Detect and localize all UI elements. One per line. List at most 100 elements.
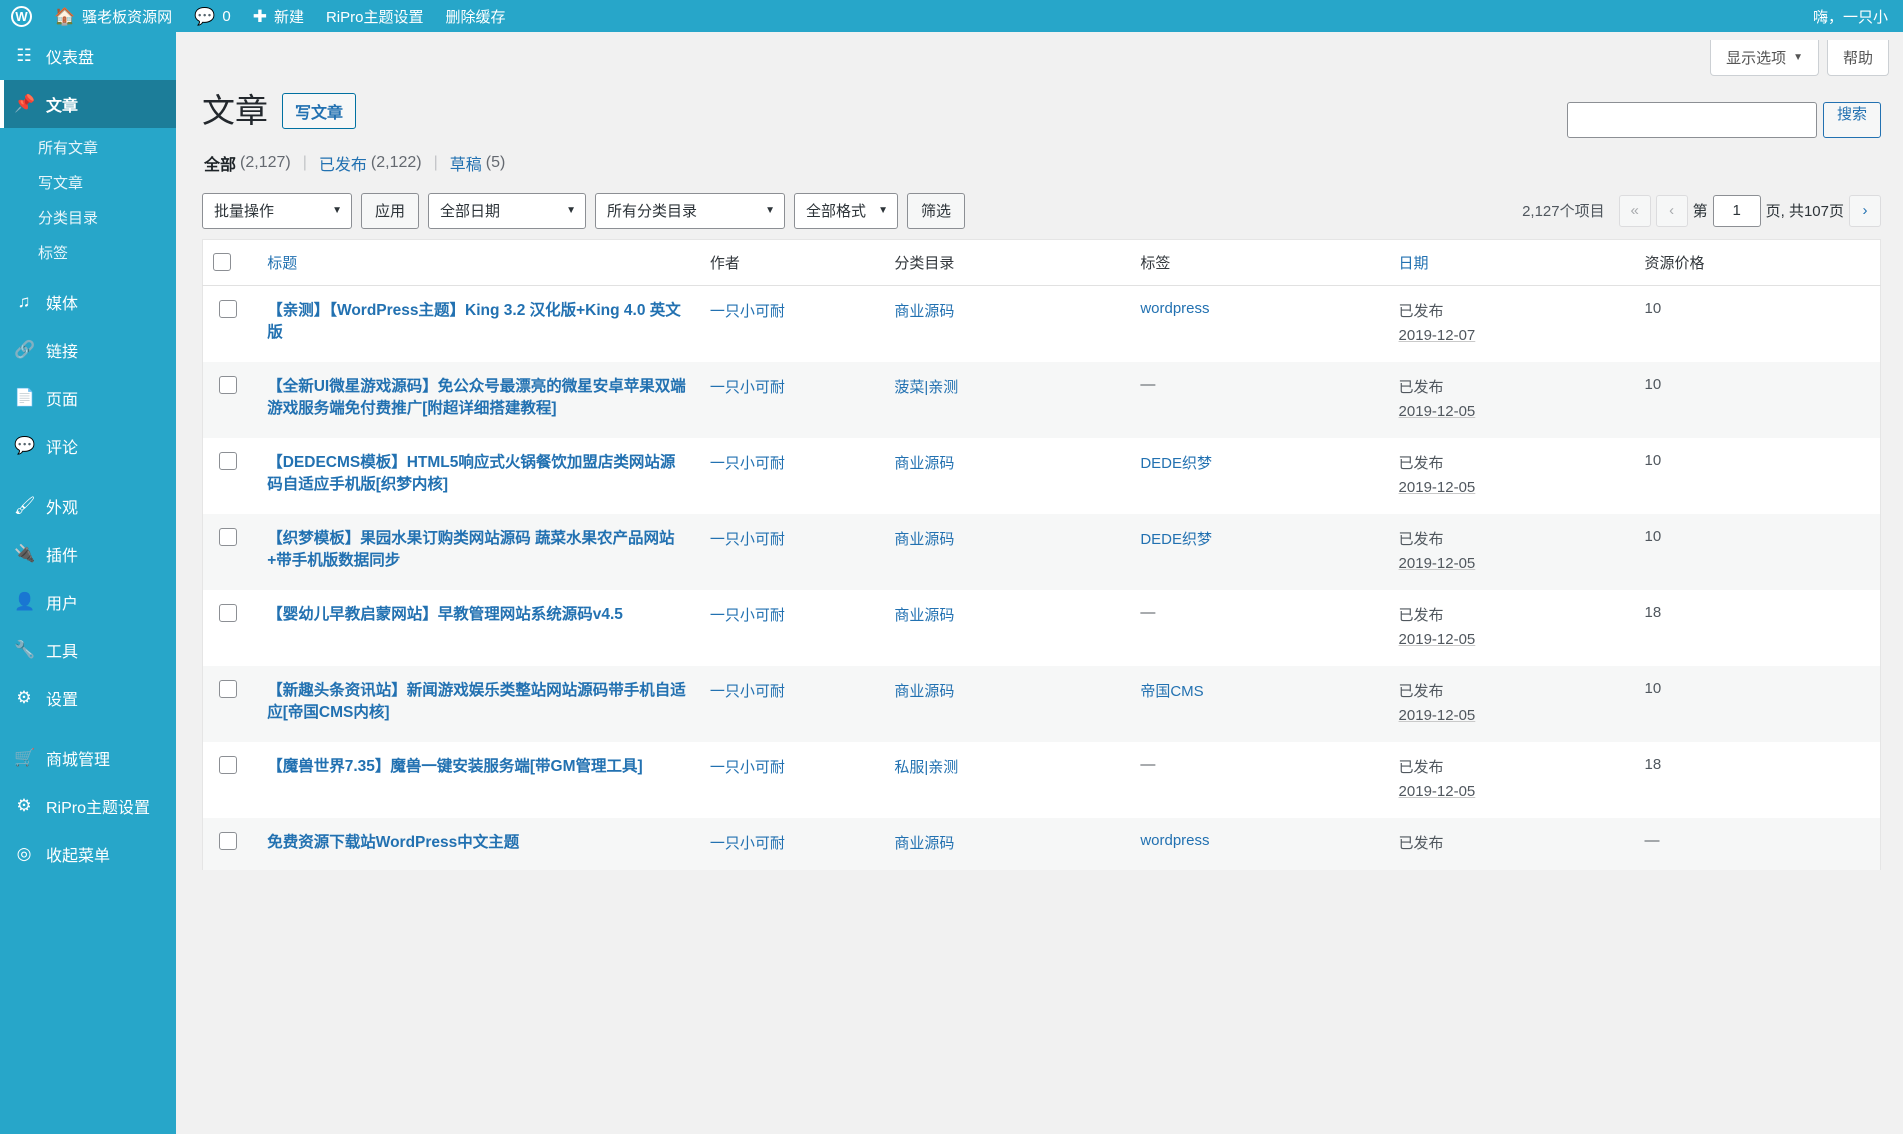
sidebar-item-shop-management[interactable]: 🛒 商城管理 [0,734,176,782]
post-title-link[interactable]: 【织梦模板】果园水果订购类网站源码 蔬菜水果农产品网站+带手机版数据同步 [267,528,690,573]
post-title-link[interactable]: 【婴幼儿早教启蒙网站】早教管理网站系统源码v4.5 [267,604,690,626]
row-date-cell: 已发布 2019-12-05 [1389,742,1635,818]
first-page-button[interactable]: « [1619,195,1651,227]
my-account-menu[interactable]: 嗨，一只小 [1802,0,1899,32]
row-category-cell: 商业源码 [884,285,1130,362]
clear-cache-menu[interactable]: 删除缓存 [434,0,516,32]
category-link[interactable]: 商业源码 [894,607,954,624]
sidebar-item-media[interactable]: ♫ 媒体 [0,278,176,326]
sidebar-item-links[interactable]: 🔗 链接 [0,326,176,374]
category-link[interactable]: 商业源码 [894,455,954,472]
filter-all[interactable]: 全部 [204,151,236,175]
wp-logo-menu[interactable] [0,0,43,32]
row-author-cell: 一只小可耐 [700,742,884,818]
sidebar-item-users[interactable]: 👤 用户 [0,578,176,626]
row-checkbox[interactable] [219,604,237,622]
row-select-cell [203,514,258,590]
tag-link[interactable]: 帝国CMS [1140,683,1203,700]
current-page-input[interactable]: 1 [1713,195,1761,227]
row-category-cell: 菠菜|亲测 [884,362,1130,438]
row-author-cell: 一只小可耐 [700,514,884,590]
tag-link[interactable]: DEDE织梦 [1140,455,1212,472]
sidebar-item-comments[interactable]: 💬 评论 [0,422,176,470]
post-title-link[interactable]: 【新趣头条资讯站】新闻游戏娱乐类整站网站源码带手机自适应[帝国CMS内核] [267,680,690,725]
filter-button[interactable]: 筛选 [907,193,965,229]
format-filter-select[interactable]: 全部格式 ▼ [794,193,898,229]
row-date-cell: 已发布 [1389,818,1635,870]
sidebar-item-label: 外观 [46,494,78,518]
sidebar-item-posts[interactable]: 📌 文章 [0,80,176,128]
tag-link[interactable]: wordpress [1140,832,1209,849]
tag-link[interactable]: wordpress [1140,300,1209,317]
category-link[interactable]: 商业源码 [894,531,954,548]
category-link[interactable]: 私服|亲测 [894,759,958,776]
sidebar-item-tools[interactable]: 🔧 工具 [0,626,176,674]
media-icon: ♫ [14,292,34,312]
sidebar-item-ripro-settings[interactable]: ⚙ RiPro主题设置 [0,782,176,830]
cart-icon: 🛒 [14,748,34,768]
search-input[interactable] [1567,102,1817,138]
apply-button[interactable]: 应用 [361,193,419,229]
category-link[interactable]: 商业源码 [894,835,954,852]
column-header-date[interactable]: 日期 [1389,239,1635,285]
post-title-link[interactable]: 【全新UI微星游戏源码】免公众号最漂亮的微星安卓苹果双端游戏服务端免付费推广[附… [267,376,690,421]
admin-sidebar-menu: ☷ 仪表盘 📌 文章 所有文章 写文章 分类目录 标签 ♫ 媒体 🔗 链接 📄 … [0,32,176,1134]
author-link[interactable]: 一只小可耐 [710,455,785,472]
author-link[interactable]: 一只小可耐 [710,531,785,548]
column-header-title[interactable]: 标题 [257,239,700,285]
search-submit-button[interactable]: 搜索 [1823,102,1881,138]
row-checkbox[interactable] [219,756,237,774]
category-link[interactable]: 菠菜|亲测 [894,379,958,396]
comment-count: 0 [222,8,230,25]
post-title-link[interactable]: 【DEDECMS模板】HTML5响应式火锅餐饮加盟店类网站源码自适应手机版[织梦… [267,452,690,497]
next-page-button[interactable]: › [1849,195,1881,227]
row-category-cell: 商业源码 [884,590,1130,666]
author-link[interactable]: 一只小可耐 [710,759,785,776]
category-link[interactable]: 商业源码 [894,683,954,700]
prev-page-button[interactable]: ‹ [1656,195,1688,227]
filter-published[interactable]: 已发布 [319,151,367,175]
sidebar-item-pages[interactable]: 📄 页面 [0,374,176,422]
sidebar-item-appearance[interactable]: 🖌 外观 [0,482,176,530]
sidebar-item-dashboard[interactable]: ☷ 仪表盘 [0,32,176,80]
submenu-item-new-post[interactable]: 写文章 [0,165,176,200]
tag-link[interactable]: DEDE织梦 [1140,531,1212,548]
submenu-item-all-posts[interactable]: 所有文章 [0,130,176,165]
author-link[interactable]: 一只小可耐 [710,683,785,700]
filter-draft[interactable]: 草稿 [450,151,482,175]
post-title-link[interactable]: 免费资源下载站WordPress中文主题 [267,832,690,854]
row-checkbox[interactable] [219,832,237,850]
author-link[interactable]: 一只小可耐 [710,835,785,852]
author-link[interactable]: 一只小可耐 [710,607,785,624]
post-status: 已发布 [1399,604,1625,628]
row-price-cell: 18 [1634,590,1880,666]
row-checkbox[interactable] [219,376,237,394]
post-title-link[interactable]: 【魔兽世界7.35】魔兽一键安装服务端[带GM管理工具] [267,756,690,778]
post-title-link[interactable]: 【亲测】【WordPress主题】King 3.2 汉化版+King 4.0 英… [267,300,690,345]
submenu-item-categories[interactable]: 分类目录 [0,200,176,235]
ripro-theme-settings-menu[interactable]: RiPro主题设置 [315,0,435,32]
new-content-menu[interactable]: ✚ 新建 [242,0,315,32]
chevron-down-icon: ▼ [332,205,342,216]
help-button[interactable]: 帮助 [1827,40,1889,76]
author-link[interactable]: 一只小可耐 [710,379,785,396]
sidebar-item-label: 链接 [46,338,78,362]
screen-options-button[interactable]: 显示选项 ▼ [1710,40,1819,76]
row-checkbox[interactable] [219,680,237,698]
sidebar-item-plugins[interactable]: 🔌 插件 [0,530,176,578]
sidebar-item-collapse-menu[interactable]: ◎ 收起菜单 [0,830,176,878]
submenu-item-tags[interactable]: 标签 [0,235,176,270]
sidebar-item-settings[interactable]: ⚙ 设置 [0,674,176,722]
add-new-post-button[interactable]: 写文章 [282,93,356,129]
row-checkbox[interactable] [219,300,237,318]
row-checkbox[interactable] [219,528,237,546]
author-link[interactable]: 一只小可耐 [710,303,785,320]
select-all-checkbox[interactable] [213,253,231,271]
date-filter-select[interactable]: 全部日期 ▼ [428,193,586,229]
category-link[interactable]: 商业源码 [894,303,954,320]
category-filter-select[interactable]: 所有分类目录 ▼ [595,193,785,229]
comments-menu[interactable]: 💬 0 [183,0,242,32]
site-name-menu[interactable]: 🏠 骚老板资源网 [43,0,183,32]
bulk-action-select[interactable]: 批量操作 ▼ [202,193,352,229]
row-checkbox[interactable] [219,452,237,470]
